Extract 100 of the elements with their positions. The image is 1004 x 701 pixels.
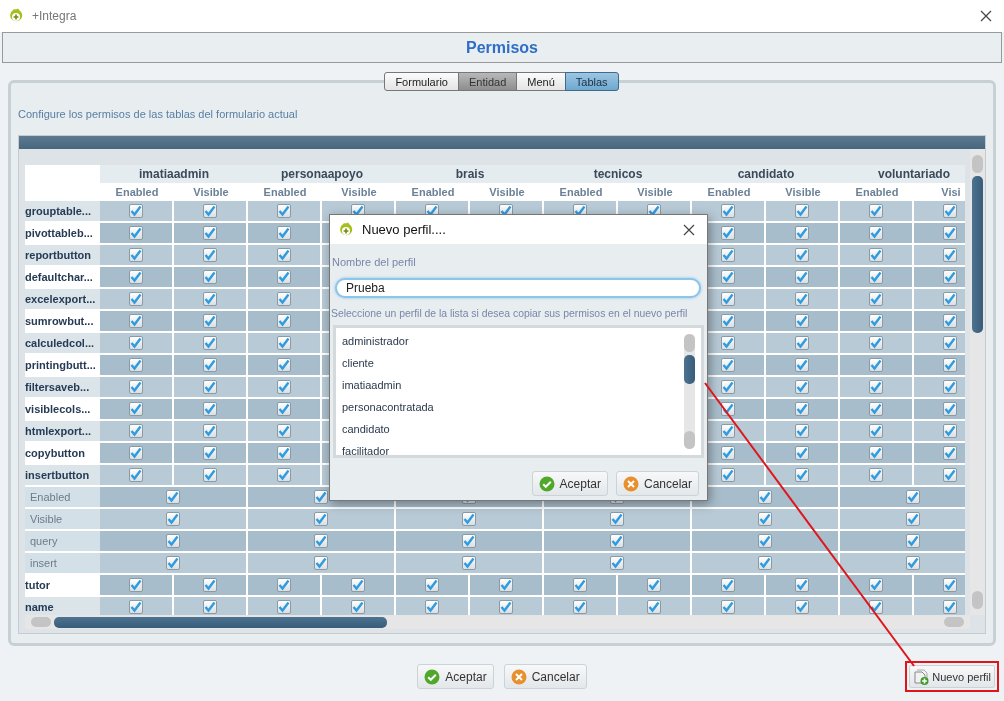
checkbox[interactable] [795,424,809,438]
checkbox[interactable] [203,468,217,482]
checkbox[interactable] [129,314,143,328]
checkbox[interactable] [277,248,291,262]
checkbox[interactable] [203,402,217,416]
checkbox[interactable] [869,226,883,240]
checkbox[interactable] [462,534,476,548]
checkbox[interactable] [277,314,291,328]
scroll-thumb[interactable] [684,355,695,384]
checkbox[interactable] [721,468,735,482]
checkbox[interactable] [943,204,957,218]
checkbox[interactable] [499,578,513,592]
vertical-scrollbar[interactable] [970,149,985,615]
checkbox[interactable] [943,248,957,262]
checkbox[interactable] [721,380,735,394]
checkbox[interactable] [758,512,772,526]
checkbox[interactable] [462,556,476,570]
checkbox[interactable] [314,512,328,526]
checkbox[interactable] [277,402,291,416]
checkbox[interactable] [869,292,883,306]
checkbox[interactable] [721,578,735,592]
checkbox[interactable] [869,314,883,328]
checkbox[interactable] [314,534,328,548]
checkbox[interactable] [166,556,180,570]
scroll-thumb[interactable] [54,616,387,628]
checkbox[interactable] [277,380,291,394]
checkbox[interactable] [721,270,735,284]
checkbox[interactable] [610,534,624,548]
checkbox[interactable] [721,424,735,438]
checkbox[interactable] [351,578,365,592]
checkbox[interactable] [869,270,883,284]
checkbox[interactable] [647,600,661,614]
checkbox[interactable] [795,600,809,614]
checkbox[interactable] [129,446,143,460]
checkbox[interactable] [943,380,957,394]
checkbox[interactable] [869,446,883,460]
checkbox[interactable] [721,336,735,350]
checkbox[interactable] [869,468,883,482]
checkbox[interactable] [943,226,957,240]
scroll-thumb[interactable] [972,176,983,333]
checkbox[interactable] [795,358,809,372]
checkbox[interactable] [943,468,957,482]
list-item[interactable]: facilitador [336,440,684,455]
checkbox[interactable] [203,446,217,460]
checkbox[interactable] [277,424,291,438]
checkbox[interactable] [277,292,291,306]
checkbox[interactable] [758,490,772,504]
checkbox[interactable] [795,446,809,460]
checkbox[interactable] [758,556,772,570]
checkbox[interactable] [721,226,735,240]
checkbox[interactable] [203,578,217,592]
checkbox[interactable] [277,600,291,614]
checkbox[interactable] [351,600,365,614]
cancel-button[interactable]: Cancelar [503,664,587,689]
checkbox[interactable] [869,204,883,218]
checkbox[interactable] [573,578,587,592]
checkbox[interactable] [277,446,291,460]
checkbox[interactable] [166,534,180,548]
checkbox[interactable] [721,292,735,306]
checkbox[interactable] [277,336,291,350]
checkbox[interactable] [906,490,920,504]
checkbox[interactable] [314,556,328,570]
horizontal-scrollbar[interactable] [25,615,970,629]
checkbox[interactable] [943,578,957,592]
checkbox[interactable] [795,380,809,394]
list-item[interactable]: personacontratada [336,396,684,418]
list-item[interactable]: administrador [336,330,684,352]
list-item[interactable]: candidato [336,418,684,440]
accept-button[interactable]: Aceptar [531,471,608,496]
checkbox[interactable] [129,468,143,482]
checkbox[interactable] [277,226,291,240]
checkbox[interactable] [203,314,217,328]
checkbox[interactable] [943,292,957,306]
tab[interactable]: Formulario [384,72,459,91]
checkbox[interactable] [795,204,809,218]
checkbox[interactable] [129,336,143,350]
checkbox[interactable] [869,380,883,394]
tab[interactable]: Tablas [564,72,619,91]
checkbox[interactable] [203,204,217,218]
tab[interactable]: Menú [516,72,566,91]
checkbox[interactable] [721,248,735,262]
checkbox[interactable] [203,226,217,240]
checkbox[interactable] [943,600,957,614]
checkbox[interactable] [906,534,920,548]
checkbox[interactable] [869,578,883,592]
checkbox[interactable] [721,600,735,614]
checkbox[interactable] [758,534,772,548]
checkbox[interactable] [795,292,809,306]
checkbox[interactable] [203,336,217,350]
checkbox[interactable] [314,490,328,504]
checkbox[interactable] [795,578,809,592]
close-icon[interactable] [980,10,992,22]
input-field[interactable]: Prueba [335,278,701,298]
checkbox[interactable] [721,314,735,328]
checkbox[interactable] [277,270,291,284]
checkbox[interactable] [795,226,809,240]
checkbox[interactable] [943,358,957,372]
checkbox[interactable] [277,468,291,482]
checkbox[interactable] [795,468,809,482]
checkbox[interactable] [129,600,143,614]
